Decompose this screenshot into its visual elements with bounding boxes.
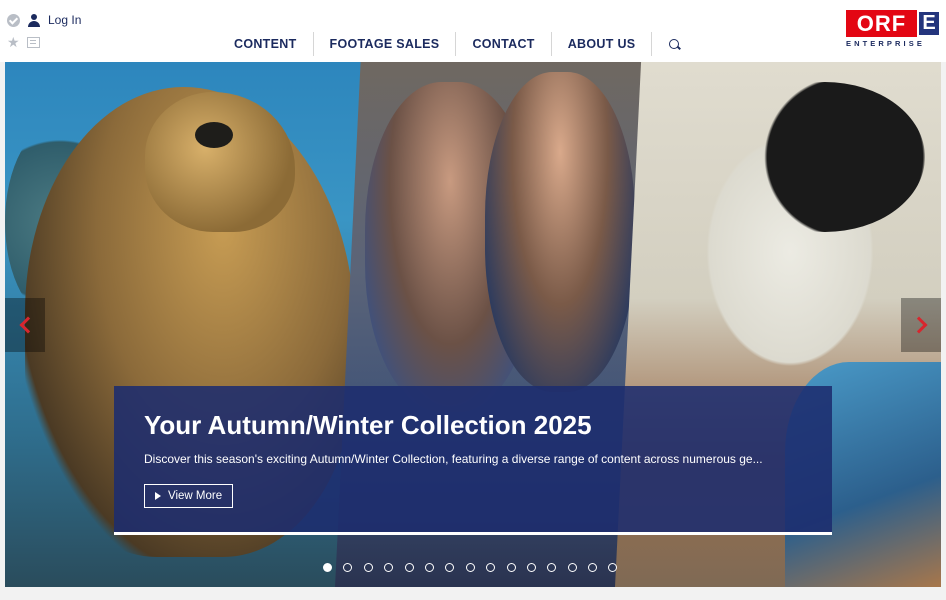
hero-description: Discover this season's exciting Autumn/W… <box>144 452 763 466</box>
carousel-dot[interactable] <box>323 563 332 572</box>
carousel-dot[interactable] <box>404 563 414 572</box>
carousel-dot[interactable] <box>547 563 557 572</box>
carousel-dot[interactable] <box>465 563 475 572</box>
chevron-left-icon <box>19 316 36 334</box>
play-icon <box>155 492 161 500</box>
person-man <box>485 72 635 392</box>
chevron-right-icon <box>910 316 927 334</box>
view-more-button[interactable]: View More <box>144 484 234 508</box>
carousel-dot[interactable] <box>445 563 455 572</box>
fresco-hair <box>725 82 925 232</box>
hero-carousel: Your Autumn/Winter Collection 2025 Disco… <box>5 62 941 587</box>
login-link[interactable]: Log In <box>48 13 81 27</box>
utility-menu: Log In ★ <box>7 12 81 56</box>
newspaper-icon[interactable] <box>26 36 40 48</box>
carousel-dot[interactable] <box>384 563 394 572</box>
nav-about-us[interactable]: ABOUT US <box>552 32 653 56</box>
carousel-dot[interactable] <box>567 563 577 572</box>
hero-caption: Your Autumn/Winter Collection 2025 Disco… <box>114 386 832 535</box>
view-more-label: View More <box>168 490 223 502</box>
carousel-dot[interactable] <box>608 563 618 572</box>
logo-orf: ORF <box>846 10 917 37</box>
user-icon[interactable] <box>28 13 40 27</box>
star-icon[interactable]: ★ <box>7 35 20 49</box>
carousel-next-button[interactable] <box>901 298 941 352</box>
logo-subtitle: ENTERPRISE <box>846 39 925 48</box>
carousel-dot[interactable] <box>343 563 353 572</box>
nav-content[interactable]: CONTENT <box>218 32 314 56</box>
carousel-dot[interactable] <box>506 563 516 572</box>
carousel-dot[interactable] <box>363 563 373 572</box>
orf-enterprise-logo[interactable]: ORF E ENTERPRISE <box>846 10 941 48</box>
turtle-eye <box>195 122 233 148</box>
hero-title: Your Autumn/Winter Collection 2025 <box>144 410 592 440</box>
carousel-dot[interactable] <box>424 563 434 572</box>
search-icon[interactable] <box>669 39 680 49</box>
carousel-dot[interactable] <box>526 563 536 572</box>
nav-contact[interactable]: CONTACT <box>456 32 552 56</box>
check-icon <box>7 13 20 27</box>
carousel-dot[interactable] <box>486 563 496 572</box>
carousel-pagination <box>323 563 629 572</box>
carousel-dot[interactable] <box>588 563 598 572</box>
main-nav: CONTENT FOOTAGE SALES CONTACT ABOUT US <box>218 32 680 56</box>
nav-footage-sales[interactable]: FOOTAGE SALES <box>314 32 457 56</box>
logo-e-badge: E <box>917 10 941 37</box>
site-header: Log In ★ CONTENT FOOTAGE SALES CONTACT A… <box>0 0 946 62</box>
carousel-prev-button[interactable] <box>5 298 45 352</box>
